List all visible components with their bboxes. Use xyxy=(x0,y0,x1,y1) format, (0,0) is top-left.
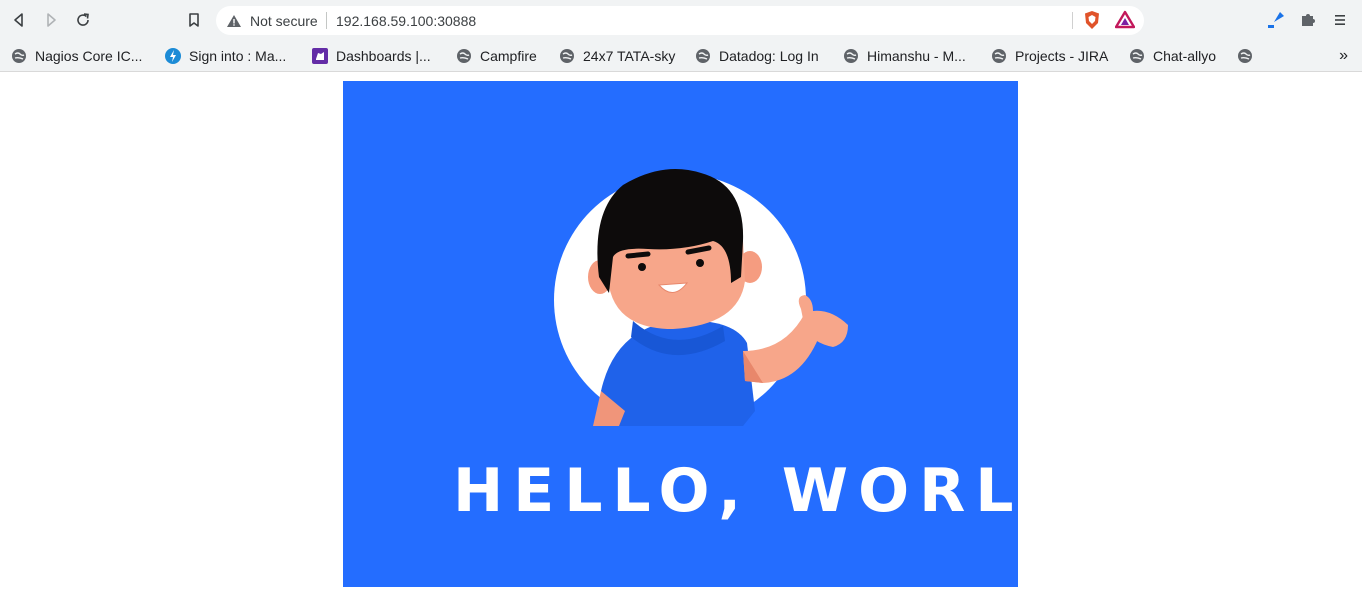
bolt-icon xyxy=(165,48,181,64)
url-text[interactable]: 192.168.59.100:30888 xyxy=(336,13,476,29)
bookmark-item-datadog[interactable]: Datadog: Log In xyxy=(695,45,819,67)
bookmark-label: 24x7 TATA-sky xyxy=(583,48,676,64)
omnibox-divider xyxy=(326,12,327,29)
bookmark-item-himanshu[interactable]: Himanshu - M... xyxy=(843,45,966,67)
menu-icon[interactable] xyxy=(1330,10,1350,30)
back-icon[interactable] xyxy=(8,9,30,31)
bookmark-label: Himanshu - M... xyxy=(867,48,966,64)
address-bar[interactable]: Not secure 192.168.59.100:30888 xyxy=(216,6,1144,35)
bookmark-icon[interactable] xyxy=(183,9,205,31)
warning-icon[interactable] xyxy=(226,13,242,29)
globe-icon xyxy=(844,49,858,63)
hello-world-illustration: HELLO, WORLD! xyxy=(343,81,1018,587)
bookmark-label: Chat-allyo xyxy=(1153,48,1217,64)
bookmark-label: Dashboards |... xyxy=(336,48,431,64)
globe-icon xyxy=(1238,49,1252,63)
bookmark-label: Sign into : Ma... xyxy=(189,48,287,64)
bookmark-item-untitled[interactable] xyxy=(1237,45,1261,67)
puzzle-icon[interactable] xyxy=(1298,10,1318,30)
globe-icon xyxy=(1130,49,1144,63)
bookmark-item-chat-allyo[interactable]: Chat-allyo xyxy=(1129,45,1216,67)
browser-toolbar: Not secure 192.168.59.100:30888 xyxy=(0,0,1362,40)
dog-icon xyxy=(312,48,328,64)
globe-icon xyxy=(992,49,1006,63)
globe-icon xyxy=(696,49,710,63)
globe-icon xyxy=(457,49,471,63)
bookmarks-overflow-button[interactable]: » xyxy=(1339,47,1348,65)
bookmark-label: Datadog: Log In xyxy=(719,48,819,64)
bookmark-item-dashboards[interactable]: Dashboards |... xyxy=(312,45,431,67)
avatar-left-eye xyxy=(638,263,646,271)
bookmark-label: Projects - JIRA xyxy=(1015,48,1109,64)
bookmark-item-sign-in[interactable]: Sign into : Ma... xyxy=(165,45,286,67)
hello-world-image: HELLO, WORLD! xyxy=(343,81,1018,587)
bookmark-item-nagios[interactable]: Nagios Core IC... xyxy=(11,45,142,67)
bookmark-item-jira[interactable]: Projects - JIRA xyxy=(991,45,1108,67)
pen-extension-icon[interactable] xyxy=(1266,10,1286,30)
security-status[interactable]: Not secure xyxy=(250,13,318,29)
brave-shield-icon[interactable] xyxy=(1082,10,1102,30)
bookmarks-bar: Nagios Core IC... Sign into : Ma... Dash… xyxy=(0,40,1362,72)
hello-world-heading: HELLO, WORLD! xyxy=(453,456,1018,526)
bookmark-item-campfire[interactable]: Campfire xyxy=(456,45,537,67)
bookmark-item-tata-sky[interactable]: 24x7 TATA-sky xyxy=(559,45,675,67)
brave-rewards-icon[interactable] xyxy=(1115,10,1135,30)
bookmark-label: Nagios Core IC... xyxy=(35,48,143,64)
omnibox-divider-right xyxy=(1072,12,1073,29)
avatar-right-eye xyxy=(696,259,704,267)
reload-icon[interactable] xyxy=(72,9,94,31)
forward-icon[interactable] xyxy=(40,9,62,31)
globe-icon xyxy=(12,49,26,63)
bookmark-label: Campfire xyxy=(480,48,537,64)
globe-icon xyxy=(560,49,574,63)
